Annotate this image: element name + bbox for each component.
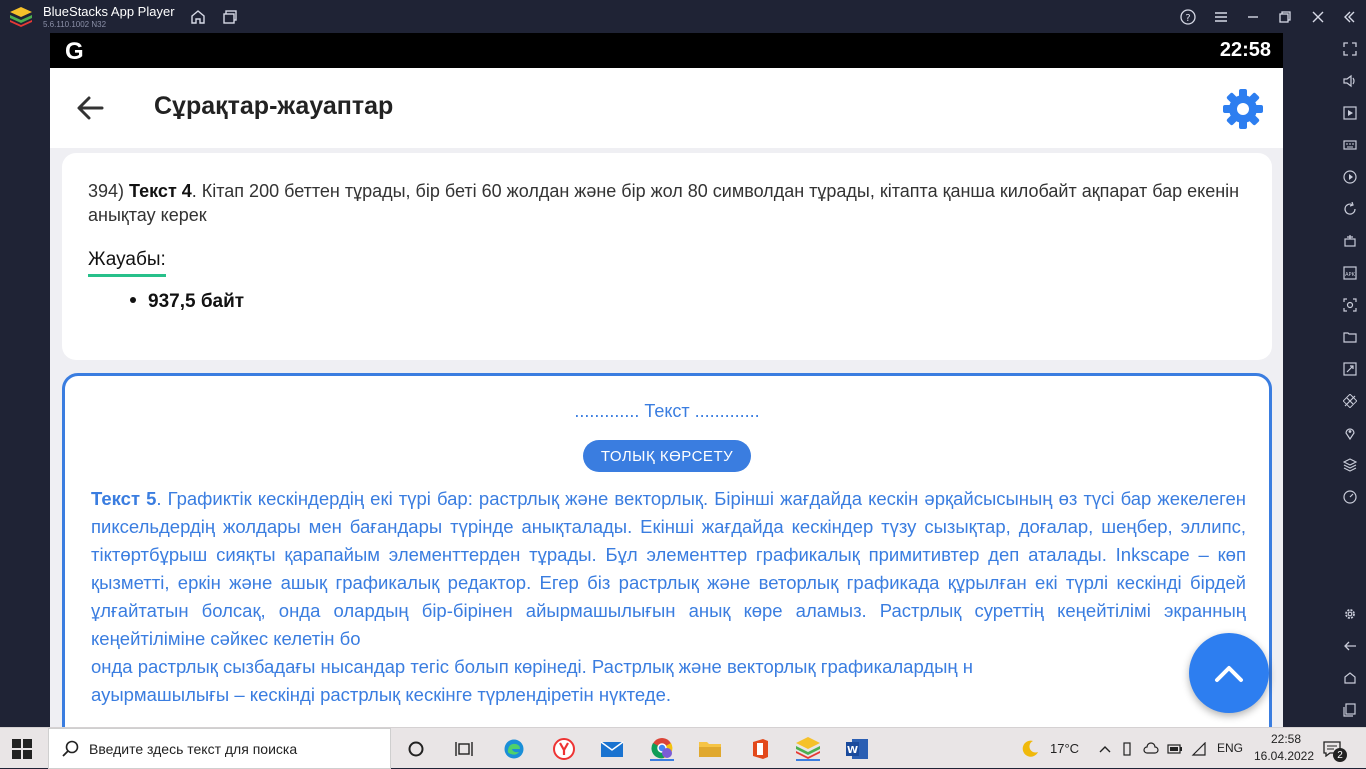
minimize-icon[interactable]	[1244, 8, 1262, 26]
fullscreen-icon[interactable]	[1341, 40, 1358, 57]
rotate-icon[interactable]	[1341, 200, 1358, 217]
screenshot-icon[interactable]	[1341, 296, 1358, 313]
office-icon[interactable]	[748, 737, 772, 761]
search-icon	[62, 740, 79, 757]
show-full-button[interactable]: ТОЛЫҚ КӨРСЕТУ	[583, 440, 751, 472]
svg-text:APK: APK	[1345, 272, 1355, 278]
status-clock: 22:58	[1219, 39, 1271, 61]
page-title: Сұрақтар-жауаптар	[154, 92, 394, 120]
g-logo: G	[65, 38, 84, 65]
answer-value: 937,5 байт	[148, 291, 245, 312]
weather-temperature[interactable]: 17°C	[1050, 741, 1079, 756]
text-body-part-3: ауырмашылығы – кескінді растрлық кескінг…	[91, 684, 672, 705]
text-body-part-1: . Графиктік кескіндердің екі түрі бар: р…	[91, 488, 1246, 649]
text-body-part-2: онда растрлық сызбадағы нысандар тегіс б…	[91, 656, 973, 677]
device-icon[interactable]	[1115, 737, 1139, 761]
text-label: Текст 5	[91, 488, 157, 509]
cortana-icon[interactable]	[404, 737, 428, 761]
collapse-sidebar-icon[interactable]	[1340, 8, 1358, 26]
chevron-up-icon	[1215, 666, 1243, 682]
svg-text:?: ?	[1185, 13, 1190, 24]
performance-icon[interactable]	[1341, 488, 1358, 505]
mail-icon[interactable]	[600, 737, 624, 761]
multi-instance-icon[interactable]	[221, 8, 239, 26]
taskbar-search-box[interactable]: Введите здесь текст для поиска	[48, 728, 391, 769]
app-name: BlueStacks App Player	[43, 4, 175, 19]
bluestacks-logo-icon	[10, 7, 32, 27]
settings-icon[interactable]	[1341, 605, 1358, 622]
restore-icon[interactable]	[1276, 8, 1294, 26]
bluestacks-taskbar-icon[interactable]	[796, 737, 820, 761]
question-card: 394) Текст 4. Кітап 200 беттен тұрады, б…	[62, 153, 1272, 360]
windows-taskbar: Введите здесь текст для поиска W 17°C EN…	[0, 727, 1366, 769]
answer-label: Жауабы:	[88, 249, 166, 277]
android-status-bar: G 22:58	[50, 33, 1283, 68]
text-card: ............. Текст ............. ТОЛЫҚ …	[62, 373, 1272, 727]
multi-instance-sync-icon[interactable]	[1341, 232, 1358, 249]
weather-moon-icon	[1018, 737, 1042, 761]
resize-icon[interactable]	[1341, 360, 1358, 377]
eco-mode-icon[interactable]	[1341, 392, 1358, 409]
window-title-bar: BlueStacks App Player 5.6.110.1002 N32 ?	[0, 0, 1366, 33]
home-icon[interactable]	[189, 8, 207, 26]
recent-apps-icon[interactable]	[1341, 701, 1358, 718]
chrome-icon[interactable]	[650, 737, 674, 761]
close-icon[interactable]	[1309, 8, 1327, 26]
task-view-icon[interactable]	[452, 737, 476, 761]
cloud-icon[interactable]	[1139, 737, 1163, 761]
bluestacks-sidebar: APK	[1333, 33, 1366, 727]
taskbar-time[interactable]: 22:58	[1256, 732, 1316, 746]
bullet-icon	[130, 296, 136, 303]
text-body: Текст 5. Графиктік кескіндердің екі түрі…	[91, 485, 1246, 709]
android-screen: G 22:58 Сұрақтар-жауаптар 394) Текст 4. …	[50, 33, 1283, 727]
chevron-up-tray-icon[interactable]	[1093, 737, 1117, 761]
section-label: ............. Текст .............	[574, 401, 760, 421]
language-indicator[interactable]: ENG	[1217, 741, 1243, 755]
svg-text:W: W	[847, 745, 858, 756]
word-icon[interactable]: W	[845, 737, 869, 761]
macro-icon[interactable]	[1341, 168, 1358, 185]
menu-icon[interactable]	[1212, 8, 1230, 26]
android-back-icon[interactable]	[1341, 637, 1358, 654]
scroll-to-top-button[interactable]	[1189, 633, 1269, 713]
volume-icon[interactable]	[1341, 72, 1358, 89]
battery-icon[interactable]	[1163, 737, 1187, 761]
edge-icon[interactable]	[502, 737, 526, 761]
android-home-icon[interactable]	[1341, 669, 1358, 686]
apk-install-icon[interactable]: APK	[1341, 264, 1358, 281]
folder-icon[interactable]	[1341, 328, 1358, 345]
layers-icon[interactable]	[1341, 456, 1358, 473]
question-number: 394)	[88, 181, 125, 201]
windows-start-icon[interactable]	[12, 739, 32, 759]
search-placeholder: Введите здесь текст для поиска	[89, 741, 298, 757]
location-icon[interactable]	[1341, 424, 1358, 441]
app-bar: Сұрақтар-жауаптар	[50, 68, 1283, 148]
app-version: 5.6.110.1002 N32	[43, 20, 107, 29]
taskbar-date[interactable]: 16.04.2022	[1252, 749, 1316, 763]
notification-count-badge: 2	[1333, 748, 1347, 762]
wifi-icon[interactable]	[1187, 737, 1211, 761]
help-icon[interactable]: ?	[1179, 8, 1197, 26]
answer-list: 937,5 байт	[130, 291, 244, 313]
question-body: . Кітап 200 беттен тұрады, бір беті 60 ж…	[88, 181, 1240, 225]
keyboard-icon[interactable]	[1341, 136, 1358, 153]
question-text: 394) Текст 4. Кітап 200 беттен тұрады, б…	[88, 179, 1248, 227]
file-explorer-icon[interactable]	[698, 737, 722, 761]
gear-icon[interactable]	[1222, 88, 1264, 130]
yandex-browser-icon[interactable]	[552, 737, 576, 761]
back-arrow-icon[interactable]	[74, 92, 106, 124]
question-label: Текст 4	[129, 181, 192, 201]
record-icon[interactable]	[1341, 104, 1358, 121]
answer-item: 937,5 байт	[130, 291, 244, 313]
